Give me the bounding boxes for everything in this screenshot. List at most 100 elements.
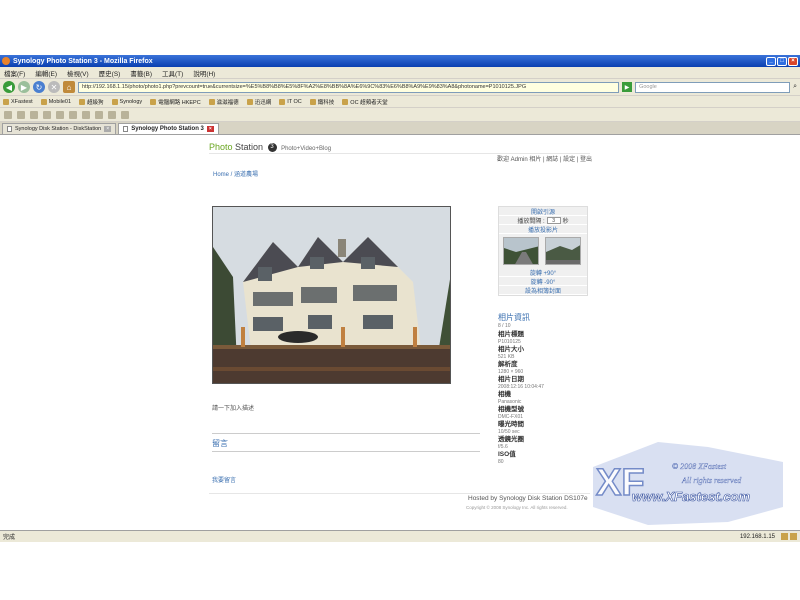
set-cover-link[interactable]: 設為相簿封面	[499, 286, 587, 295]
info-item: 相片日期 2008:12:16 10:04:47	[498, 376, 544, 390]
go-button[interactable]: ▶	[622, 82, 633, 92]
road-thumbnail-image	[504, 238, 538, 264]
toolbar-icon[interactable]	[43, 110, 51, 119]
bookmark-item[interactable]: 鐵科技	[309, 98, 334, 106]
addon-icon[interactable]	[790, 533, 797, 540]
xfastest-watermark: XF © 2008 XFastest All rights reserved w…	[593, 442, 783, 525]
photo-position: 8 / 10	[498, 323, 511, 329]
breadcrumb[interactable]: Home / 涵道農場	[213, 169, 258, 178]
status-ip: 192.168.1.15	[739, 533, 775, 540]
bookmark-icon	[111, 98, 118, 105]
toolbar-icon[interactable]	[56, 110, 64, 119]
toolbar-icon[interactable]	[95, 110, 103, 119]
bookmark-icon	[279, 98, 286, 105]
info-item: ISO值 80	[498, 451, 516, 465]
bookmark-item[interactable]: OC 超頻者天堂	[342, 98, 388, 106]
window-title: Synology Photo Station 3 - Mozilla Firef…	[13, 57, 153, 65]
add-description-link[interactable]: 請一下加入描述	[212, 403, 254, 412]
bookmark-item[interactable]: Synology	[111, 98, 142, 105]
divider	[212, 433, 480, 434]
svg-text:www.XFastest.com: www.XFastest.com	[632, 489, 750, 504]
back-button[interactable]: ◀	[3, 81, 15, 93]
tab-bar: Synology Disk Station - DiskStation × Sy…	[0, 122, 800, 135]
close-tab-icon[interactable]: ×	[206, 126, 214, 132]
minimize-button[interactable]: _	[766, 56, 776, 66]
info-item: 相片大小 521 KB	[498, 346, 524, 360]
status-text: 完成	[3, 535, 16, 541]
bookmark-icon	[79, 98, 86, 105]
user-nav[interactable]: 歡迎 Admin 相片 | 網誌 | 設定 | 登出	[497, 154, 592, 163]
info-item: 曝光時間 10/50 sec	[498, 421, 524, 435]
menu-view[interactable]: 檢視(V)	[67, 68, 89, 78]
valley-thumbnail-image	[546, 238, 580, 264]
security-lock-icon[interactable]	[781, 533, 788, 540]
bookmark-item[interactable]: IT OC	[279, 98, 302, 105]
prev-photo-thumbnail[interactable]	[503, 237, 539, 265]
reload-button[interactable]: ↻	[33, 81, 45, 93]
page-icon	[7, 126, 12, 132]
firefox-icon	[2, 57, 10, 65]
bookmark-item[interactable]: 電腦網路 HKEPC	[150, 98, 201, 106]
copyright-text: Copyright © 2008 Synology Inc. All right…	[466, 505, 568, 510]
tab-disk-station[interactable]: Synology Disk Station - DiskStation ×	[2, 123, 117, 134]
info-item: 相片標題 P1010125	[498, 331, 524, 345]
menu-bar: 檔案(F) 編輯(E) 檢視(V) 歷史(S) 書籤(B) 工具(T) 說明(H…	[0, 67, 800, 79]
bookmark-icon	[150, 98, 157, 105]
toolbar-icon[interactable]	[108, 110, 116, 119]
bookmark-item[interactable]: 迅迅網	[246, 98, 271, 106]
search-input[interactable]: Google	[635, 81, 791, 93]
bookmark-item[interactable]: Mobile01	[40, 98, 71, 105]
play-slideshow-link[interactable]: 播放投影片	[499, 225, 587, 234]
photo-info-heading: 相片資訊	[498, 313, 530, 322]
add-comment-link[interactable]: 我要留言	[212, 475, 236, 484]
menu-edit[interactable]: 編輯(E)	[35, 68, 57, 78]
bookmark-icon	[208, 98, 215, 105]
toolbar-icon[interactable]	[4, 110, 12, 119]
house-photo-image	[213, 207, 450, 383]
thumbnail-strip	[499, 234, 587, 268]
window-titlebar[interactable]: Synology Photo Station 3 - Mozilla Firef…	[0, 55, 800, 67]
bookmark-icon	[309, 98, 316, 105]
bookmark-icon	[40, 98, 47, 105]
toolbar-icon[interactable]	[17, 110, 25, 119]
menu-bookmarks[interactable]: 書籤(B)	[130, 68, 152, 78]
bookmark-item[interactable]: 滋滋福德	[208, 98, 239, 106]
menu-history[interactable]: 歷史(S)	[99, 68, 121, 78]
next-photo-thumbnail[interactable]	[545, 237, 581, 265]
bookmarks-bar: XFastest Mobile01 超級狗 Synology 電腦網路 HKEP…	[0, 96, 800, 108]
tab-photo-station[interactable]: Synology Photo Station 3 ×	[118, 123, 219, 134]
forward-button[interactable]: ▶	[18, 81, 30, 93]
extension-toolbar	[0, 108, 800, 122]
bookmark-item[interactable]: 超級狗	[79, 98, 104, 106]
toolbar-icon[interactable]	[82, 110, 90, 119]
menu-help[interactable]: 說明(H)	[193, 68, 215, 78]
svg-text:All rights reserved: All rights reserved	[681, 476, 742, 485]
hosted-by-text: Hosted by Synology Disk Station DS107e	[468, 495, 588, 502]
bookmark-item[interactable]: XFastest	[3, 98, 33, 105]
site-logo[interactable]: Photo Station 3 Photo+Video+Blog	[209, 142, 331, 153]
stop-button[interactable]: ✕	[48, 81, 60, 93]
search-icon[interactable]: ⌕	[793, 83, 797, 91]
toolbar-icon[interactable]	[121, 110, 129, 119]
interval-select[interactable]: 3	[546, 216, 561, 224]
menu-tools[interactable]: 工具(T)	[162, 68, 183, 78]
toolbar-icon[interactable]	[69, 110, 77, 119]
info-item: 相機 Panasonic	[498, 391, 522, 405]
status-bar: 完成 192.168.1.15	[0, 530, 800, 542]
menu-file[interactable]: 檔案(F)	[4, 68, 25, 78]
toolbar-icon[interactable]	[30, 110, 38, 119]
comments-heading: 留言	[212, 439, 228, 448]
footer-divider	[209, 493, 590, 494]
home-button[interactable]: ⌂	[63, 81, 75, 93]
navigation-toolbar: ◀ ▶ ↻ ✕ ⌂ http://192.168.1.15/photo/phot…	[0, 79, 800, 96]
main-photo[interactable]	[212, 206, 451, 384]
close-tab-icon[interactable]: ×	[104, 126, 112, 132]
bookmark-icon	[246, 98, 253, 105]
close-window-button[interactable]: ×	[788, 56, 798, 66]
url-input[interactable]: http://192.168.1.15/photo/photo1.php?pre…	[78, 81, 620, 93]
info-item: 透鏡光圈 f/5.6	[498, 436, 524, 450]
bookmark-icon	[3, 98, 9, 105]
info-item: 解析度 1280 × 960	[498, 361, 524, 375]
maximize-button[interactable]: □	[777, 56, 787, 66]
photo-info-list: 8 / 10 相片標題 P1010125 相片大小 521 KB 解析度 1280 ×…	[498, 323, 598, 466]
